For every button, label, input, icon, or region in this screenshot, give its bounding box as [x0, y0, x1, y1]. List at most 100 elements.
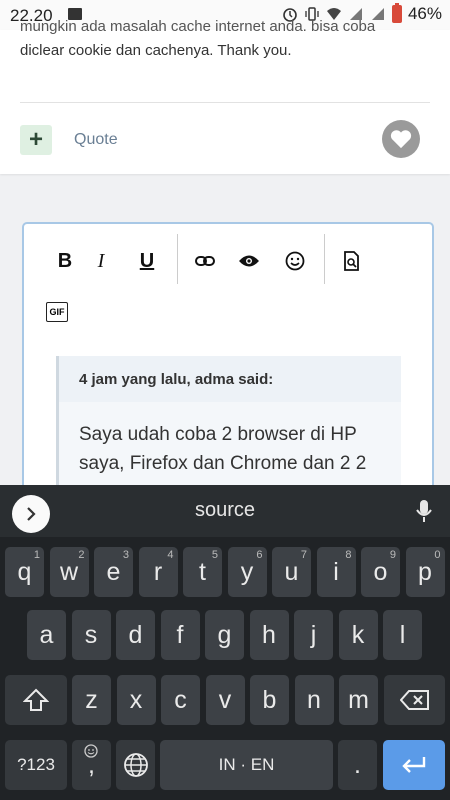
key-label: n: [307, 685, 321, 714]
key-label: s: [84, 620, 98, 649]
key-f[interactable]: f: [160, 610, 200, 660]
key-y[interactable]: y6: [227, 547, 267, 597]
key-v[interactable]: v: [205, 675, 245, 725]
key-label: p: [418, 557, 432, 586]
suggestion-word[interactable]: source: [0, 499, 450, 522]
toolbar-separator: [324, 234, 325, 284]
key-label: a: [39, 620, 54, 649]
quote-body: Saya udah coba 2 browser di HP saya, Fir…: [59, 402, 401, 496]
link-icon: [195, 256, 215, 266]
key-label: w: [59, 557, 79, 586]
key-hint: 6: [256, 549, 263, 561]
quote-button[interactable]: Quote: [74, 131, 118, 149]
language-key[interactable]: [116, 740, 155, 790]
key-z[interactable]: z: [72, 675, 111, 725]
backspace-key[interactable]: [384, 675, 445, 725]
key-c[interactable]: c: [161, 675, 200, 725]
reply-editor[interactable]: B I U GIF 4 jam yang lalu, adma said: Sa…: [22, 222, 434, 506]
enter-key[interactable]: [383, 740, 445, 790]
soft-keyboard: source q1w2e3r4t5y6u7i8o9p0asdfghjklzxcv…: [0, 485, 450, 800]
multiquote-plus-button[interactable]: +: [20, 125, 52, 155]
period-key[interactable]: .: [338, 740, 377, 790]
space-key[interactable]: IN · EN: [160, 740, 333, 790]
suggestion-bar: source: [0, 485, 450, 537]
key-label: v: [218, 685, 232, 714]
key-n[interactable]: n: [294, 675, 334, 725]
key-label: g: [217, 620, 232, 649]
key-g[interactable]: g: [205, 610, 244, 660]
key-label: r: [153, 557, 163, 586]
key-label: f: [176, 620, 184, 649]
key-label: .: [354, 750, 361, 779]
heart-icon: [390, 130, 412, 149]
link-button[interactable]: [190, 246, 220, 276]
key-l[interactable]: l: [383, 610, 422, 660]
key-label: l: [399, 620, 406, 649]
post-text-clipped: mungkin ada masalah cache internet anda.…: [20, 18, 376, 35]
key-x[interactable]: x: [116, 675, 156, 725]
italic-button[interactable]: I: [86, 246, 116, 276]
key-e[interactable]: e3: [94, 547, 133, 597]
key-p[interactable]: p0: [405, 547, 445, 597]
key-hint: 2: [78, 549, 85, 561]
key-label: j: [310, 620, 317, 649]
key-label: ?123: [17, 755, 55, 774]
symbols-key[interactable]: ?123: [5, 740, 67, 790]
key-a[interactable]: a: [27, 610, 66, 660]
battery-percent: 46%: [407, 4, 442, 23]
key-o[interactable]: o9: [361, 547, 400, 597]
key-b[interactable]: b: [250, 675, 289, 725]
quoted-message: 4 jam yang lalu, adma said: Saya udah co…: [56, 356, 401, 506]
key-u[interactable]: u7: [272, 547, 311, 597]
key-s[interactable]: s: [71, 610, 111, 660]
key-r[interactable]: r4: [138, 547, 178, 597]
emoji-small-icon: [84, 744, 98, 758]
like-button[interactable]: [382, 120, 420, 158]
key-t[interactable]: t5: [183, 547, 222, 597]
gif-button[interactable]: GIF: [46, 302, 68, 322]
microphone-icon[interactable]: [416, 499, 432, 523]
key-label: i: [333, 557, 339, 586]
key-hint: 7: [300, 549, 307, 561]
key-hint: 3: [122, 549, 129, 561]
key-label: d: [128, 620, 143, 649]
key-h[interactable]: h: [249, 610, 289, 660]
key-label: u: [284, 557, 299, 586]
preview-button[interactable]: [337, 246, 367, 276]
key-w[interactable]: w2: [49, 547, 89, 597]
eye-icon: [239, 255, 259, 267]
key-k[interactable]: k: [338, 610, 378, 660]
key-m[interactable]: m: [339, 675, 378, 725]
shift-icon: [23, 688, 49, 711]
key-j[interactable]: j: [294, 610, 333, 660]
key-label: q: [17, 557, 32, 586]
key-label: x: [129, 685, 143, 714]
key-hint: 1: [33, 549, 40, 561]
enter-arrow-icon: [402, 757, 426, 773]
shift-key[interactable]: [5, 675, 67, 725]
battery-icon: [391, 3, 402, 23]
toolbar-separator: [177, 234, 178, 284]
divider: [20, 102, 430, 103]
comma-key[interactable]: ,: [72, 740, 111, 790]
globe-icon: [123, 753, 148, 777]
key-q[interactable]: q1: [5, 547, 44, 597]
key-label: b: [262, 685, 277, 714]
spoiler-button[interactable]: [234, 246, 264, 276]
emoji-button[interactable]: [280, 246, 310, 276]
key-hint: 9: [389, 549, 396, 561]
key-label: t: [199, 557, 206, 586]
post-text: diclear cookie dan cachenya. Thank you.: [20, 42, 292, 59]
key-label: c: [174, 685, 187, 714]
key-label: IN · EN: [218, 755, 275, 774]
quote-line: Saya udah coba 2 browser di HP: [79, 424, 357, 445]
key-i[interactable]: i8: [316, 547, 356, 597]
key-d[interactable]: d: [116, 610, 155, 660]
smiley-icon: [285, 251, 305, 271]
underline-button[interactable]: U: [132, 246, 162, 276]
backspace-icon: [399, 690, 429, 710]
bold-button[interactable]: B: [50, 246, 80, 276]
key-hint: 4: [167, 549, 174, 561]
quote-line: saya, Firefox dan Chrome dan 2 2: [79, 453, 367, 474]
key-hint: 5: [211, 549, 218, 561]
